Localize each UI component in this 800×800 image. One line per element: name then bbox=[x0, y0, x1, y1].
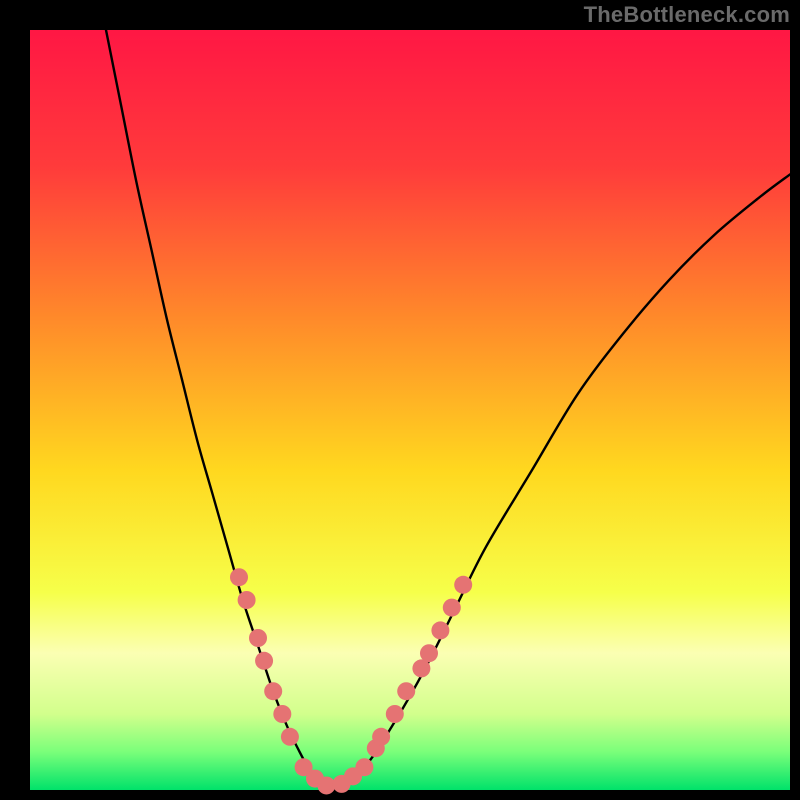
marker-dot bbox=[281, 728, 299, 746]
marker-dot bbox=[397, 682, 415, 700]
marker-dot bbox=[420, 644, 438, 662]
marker-dot bbox=[431, 621, 449, 639]
watermark-text: TheBottleneck.com bbox=[584, 2, 790, 28]
marker-dot bbox=[454, 576, 472, 594]
marker-dot bbox=[264, 682, 282, 700]
marker-dot bbox=[443, 599, 461, 617]
marker-dot bbox=[238, 591, 256, 609]
marker-dot bbox=[255, 652, 273, 670]
marker-dot bbox=[317, 776, 335, 794]
chart-frame: TheBottleneck.com bbox=[0, 0, 800, 800]
marker-dot bbox=[230, 568, 248, 586]
bottleneck-chart bbox=[0, 0, 800, 800]
marker-dot bbox=[372, 728, 390, 746]
plot-background bbox=[30, 30, 790, 790]
marker-dot bbox=[386, 705, 404, 723]
marker-dot bbox=[249, 629, 267, 647]
marker-dot bbox=[355, 758, 373, 776]
marker-dot bbox=[273, 705, 291, 723]
